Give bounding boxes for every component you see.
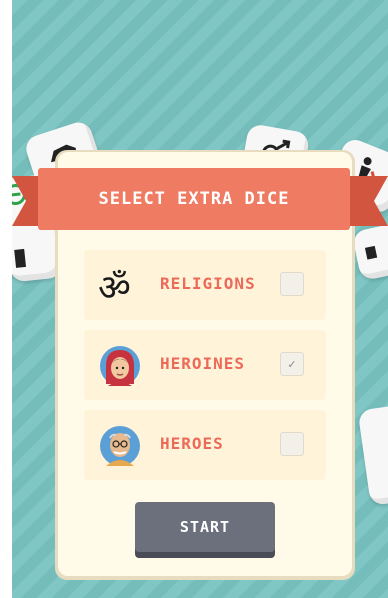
checkbox-religions[interactable] [280,272,304,296]
checkbox-heroines[interactable]: ✓ [280,352,304,376]
option-label-heroes: HEROES [160,434,224,453]
om-icon: ॐ [98,268,131,308]
option-row-heroes[interactable]: HEROES [84,410,326,480]
dark-shape-icon [14,248,27,268]
dark-mark-icon [364,245,378,260]
option-label-religions: RELIGIONS [160,274,256,293]
svg-text:ॐ: ॐ [98,268,131,308]
die-right-middle [351,220,388,282]
checkbox-heroes[interactable] [280,432,304,456]
heroine-avatar-icon [100,346,140,386]
start-button[interactable]: START [135,502,275,552]
option-row-religions[interactable]: ॐ RELIGIONS [84,250,326,320]
die-bottom-right [357,402,388,506]
dialog-title: SELECT EXTRA DICE [98,189,290,209]
check-mark-icon: ✓ [287,357,297,371]
dialog-title-ribbon: SELECT EXTRA DICE [38,168,350,230]
option-row-heroines[interactable]: HEROINES ✓ [84,330,326,400]
hero-avatar-icon [100,426,140,466]
option-label-heroines: HEROINES [160,354,246,373]
